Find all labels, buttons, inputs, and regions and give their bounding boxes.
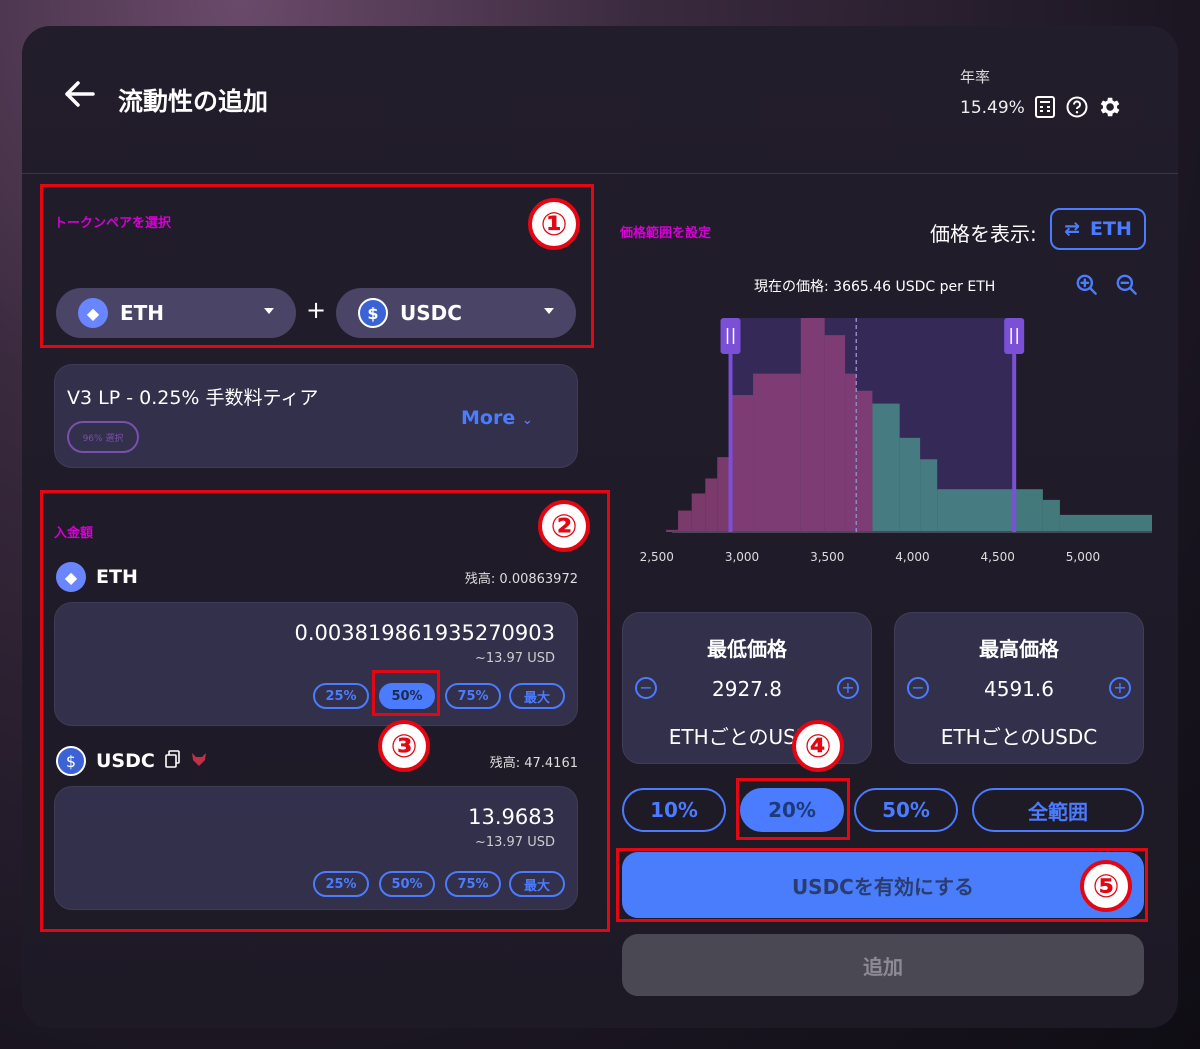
annotation-box-2 <box>40 490 610 932</box>
annotation-number-1: ① <box>528 198 580 250</box>
max-price-unit: ETHごとのUSDC <box>940 725 1098 749</box>
header: 流動性の追加 年率 15.49% <box>22 26 1178 174</box>
liquidity-bar <box>920 459 938 532</box>
liquidity-bar <box>691 493 706 532</box>
x-tick-label: 5,000 <box>1065 550 1101 564</box>
liquidity-bar <box>678 510 692 532</box>
page-title: 流動性の追加 <box>118 87 269 116</box>
zoom-out-icon[interactable] <box>1114 272 1140 302</box>
calculator-icon[interactable] <box>1032 94 1058 120</box>
annotation-number-4: ④ <box>792 720 844 772</box>
liquidity-bar <box>800 318 825 532</box>
annotation-box-5 <box>616 848 1148 922</box>
more-link[interactable]: More ⌄ <box>461 407 533 429</box>
liquidity-bar <box>824 335 846 532</box>
preset-10[interactable]: 10% <box>622 788 726 832</box>
max-price-label: 最高価格 <box>979 637 1059 661</box>
swap-icon: ⇄ <box>1064 218 1081 240</box>
liquidity-bar <box>845 373 857 532</box>
liquidity-bar <box>705 478 718 532</box>
x-tick-label: 4,500 <box>980 550 1015 564</box>
selected-badge: 96% 選択 <box>67 421 139 453</box>
plus-icon[interactable]: + <box>1109 677 1131 699</box>
x-tick-label: 3,000 <box>724 550 760 564</box>
add-button[interactable]: 追加 <box>622 934 1144 996</box>
gear-icon[interactable] <box>1096 94 1122 120</box>
max-price-value[interactable]: 4591.6 <box>895 677 1143 701</box>
min-handle[interactable] <box>720 318 741 354</box>
max-handle[interactable] <box>1004 318 1025 354</box>
price-toggle-token: ETH <box>1090 218 1132 240</box>
min-price-value[interactable]: 2927.8 <box>623 677 871 701</box>
liquidity-bar <box>753 373 801 532</box>
x-tick-label: 2,500 <box>639 550 674 564</box>
annotation-number-2: ② <box>538 500 590 552</box>
zoom-in-icon[interactable] <box>1074 272 1100 302</box>
arrow-left-icon[interactable] <box>62 78 96 118</box>
liquidity-chart[interactable] <box>632 310 1152 540</box>
liquidity-bar <box>856 390 873 532</box>
min-price-label: 最低価格 <box>707 637 787 661</box>
current-price: 現在の価格: 3665.46 USDC per ETH <box>754 279 996 295</box>
x-tick-label: 4,000 <box>895 550 930 564</box>
header-icons <box>1032 94 1122 120</box>
annotation-box-1 <box>40 184 594 348</box>
liquidity-bar <box>872 403 900 532</box>
plus-icon[interactable]: + <box>837 677 859 699</box>
view-price-label: 価格を表示: <box>930 222 1037 246</box>
x-tick-label: 3,500 <box>810 550 845 564</box>
apr-label: 年率 <box>960 68 991 86</box>
x-axis-ticks: 2,500 3,000 3,500 4,000 4,500 5,000 <box>632 550 1152 570</box>
liquidity-bar <box>1059 514 1152 532</box>
more-label: More <box>461 407 516 429</box>
liquidity-bar <box>899 437 921 532</box>
add-liquidity-panel: 流動性の追加 年率 15.49% トークンペアを選択 ◆ ETH + $ USD… <box>22 26 1178 1028</box>
apr-value: 15.49% <box>960 98 1025 118</box>
preset-50[interactable]: 50% <box>854 788 958 832</box>
max-price-card: 最高価格 − 4591.6 + ETHごとのUSDC <box>894 612 1144 764</box>
preset-full-range[interactable]: 全範囲 <box>972 788 1144 832</box>
fee-tier-card[interactable]: V3 LP - 0.25% 手数料ティア More ⌄ 96% 選択 <box>54 364 578 468</box>
liquidity-bar <box>1042 499 1060 532</box>
help-icon[interactable] <box>1064 94 1090 120</box>
chevron-down-icon: ⌄ <box>521 413 533 428</box>
price-toggle-button[interactable]: ⇄ ETH <box>1050 208 1146 250</box>
annotation-number-3: ③ <box>378 720 430 772</box>
liquidity-bar <box>937 489 1043 532</box>
annotation-number-5: ⑤ <box>1080 860 1132 912</box>
annotation-box-3 <box>372 670 440 716</box>
annotation-box-4 <box>736 778 850 840</box>
price-range-label: 価格範囲を設定 <box>620 226 712 241</box>
liquidity-bar <box>730 395 754 532</box>
fee-tier-title: V3 LP - 0.25% 手数料ティア <box>67 387 319 409</box>
